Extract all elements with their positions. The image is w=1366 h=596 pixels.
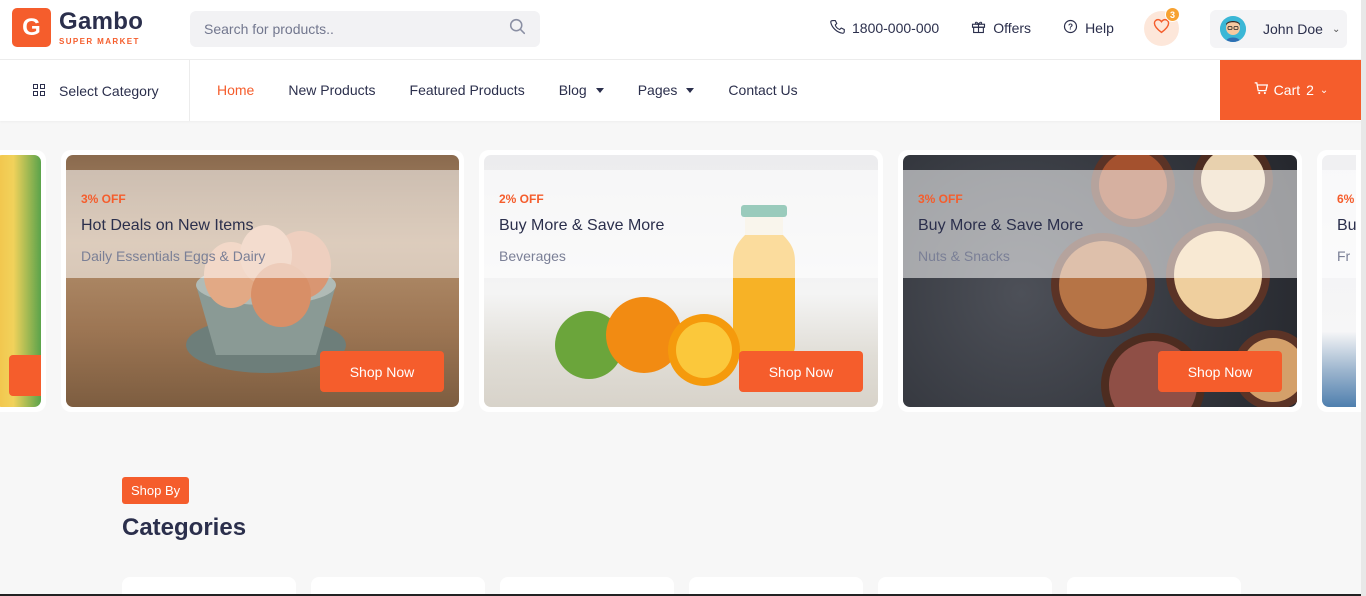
cart-button[interactable]: Cart 2 ⌄ <box>1220 60 1362 120</box>
help-label: Help <box>1085 20 1114 36</box>
offer-title: Hot Deals on New Items <box>81 217 254 234</box>
offer-subtitle: Daily Essentials Eggs & Dairy <box>81 248 266 264</box>
offer-subtitle: Beverages <box>499 248 566 264</box>
user-name: John Doe <box>1263 21 1323 37</box>
grid-icon <box>33 83 59 99</box>
search-bar <box>190 11 540 47</box>
offer-title: Buy More & Save More <box>918 217 1084 234</box>
offer-card[interactable]: 2% OFF Buy More & Save More Beverages Sh… <box>479 150 883 412</box>
cart-count: 2 <box>1306 82 1314 98</box>
offers-link[interactable]: Offers <box>971 19 1031 37</box>
wishlist-button[interactable]: 3 <box>1144 7 1180 46</box>
top-header: G Gambo SUPER MARKET 1800-000-000 Offers… <box>0 0 1366 60</box>
discount-label: 6% <box>1337 192 1355 206</box>
page-scrollbar[interactable] <box>1361 0 1366 596</box>
heart-icon <box>1153 18 1170 39</box>
section-title: Categories <box>122 514 247 541</box>
shop-now-button[interactable]: Shop Now <box>739 351 863 392</box>
phone-number: 1800-000-000 <box>852 20 940 36</box>
shop-now-button[interactable]: Shop Now <box>320 351 444 392</box>
offer-card-image: 3% OFF Buy More & Save More Nuts & Snack… <box>903 155 1297 407</box>
search-input[interactable] <box>204 21 509 37</box>
section-badge: Shop By <box>122 477 190 504</box>
nav-label: Home <box>217 82 255 98</box>
discount-label: 3% OFF <box>81 192 126 206</box>
offer-card-image: 2% OFF Buy More & Save More Beverages Sh… <box>484 155 878 407</box>
offer-subtitle: Fr <box>1337 248 1351 264</box>
avatar <box>1220 16 1246 42</box>
shop-now-button[interactable]: Shop Now <box>1158 351 1282 392</box>
shop-now-button-partial[interactable] <box>9 355 41 396</box>
offer-title: Buy More & Save More <box>499 217 665 234</box>
discount-label: 2% OFF <box>499 192 544 206</box>
nav-label: Blog <box>558 82 587 98</box>
phone-icon <box>830 19 852 37</box>
svg-text:?: ? <box>1068 23 1073 32</box>
chevron-down-icon: ⌄ <box>1331 23 1341 35</box>
brand-logo[interactable]: G Gambo SUPER MARKET <box>12 8 143 47</box>
logo-badge: G <box>12 8 51 47</box>
offer-card[interactable]: 3% OFF Buy More & Save More Nuts & Snack… <box>898 150 1302 412</box>
nav-item-pages[interactable]: Pages <box>638 82 695 98</box>
help-icon: ? <box>1063 19 1085 37</box>
help-link[interactable]: ? Help <box>1063 19 1114 37</box>
cart-icon <box>1254 82 1274 98</box>
offer-subtitle: Nuts & Snacks <box>918 248 1010 264</box>
nav-item-featured-products[interactable]: Featured Products <box>410 82 525 98</box>
phone-link[interactable]: 1800-000-000 <box>830 19 939 37</box>
select-category-label: Select Category <box>59 82 159 99</box>
brand-name: Gambo <box>59 7 144 35</box>
offer-card-partial-left[interactable] <box>0 150 46 412</box>
offer-card-image: 3% OFF Hot Deals on New Items Daily Esse… <box>66 155 459 407</box>
nav-item-contact-us[interactable]: Contact Us <box>728 82 797 98</box>
main-navbar: Select Category Home New Products Featur… <box>0 60 1366 121</box>
offer-card-partial-right[interactable]: 6% Bu Fr <box>1317 150 1361 412</box>
brand-tagline: SUPER MARKET <box>59 36 140 46</box>
cart-label: Cart <box>1273 82 1301 98</box>
select-category-button[interactable]: Select Category <box>0 60 190 121</box>
offer-card[interactable]: 3% OFF Hot Deals on New Items Daily Esse… <box>61 150 464 412</box>
nav-item-home[interactable]: Home <box>217 82 254 98</box>
user-menu[interactable]: John Doe ⌄ <box>1210 10 1347 48</box>
nav-label: Pages <box>637 82 678 98</box>
offer-title: Bu <box>1337 217 1356 234</box>
nav-item-blog[interactable]: Blog <box>559 82 604 98</box>
nav-label: Featured Products <box>409 82 525 98</box>
discount-label: 3% OFF <box>918 192 963 206</box>
nav-label: New Products <box>288 82 376 98</box>
gift-icon <box>971 19 993 37</box>
nav-item-new-products[interactable]: New Products <box>288 82 375 98</box>
chevron-down-icon: ⌄ <box>1319 84 1329 96</box>
caret-down-icon <box>686 87 695 93</box>
search-icon[interactable] <box>509 18 526 40</box>
wishlist-count-badge: 3 <box>1165 7 1180 22</box>
nav-label: Contact Us <box>728 82 798 98</box>
offers-label: Offers <box>993 20 1032 36</box>
caret-down-icon <box>595 87 604 93</box>
